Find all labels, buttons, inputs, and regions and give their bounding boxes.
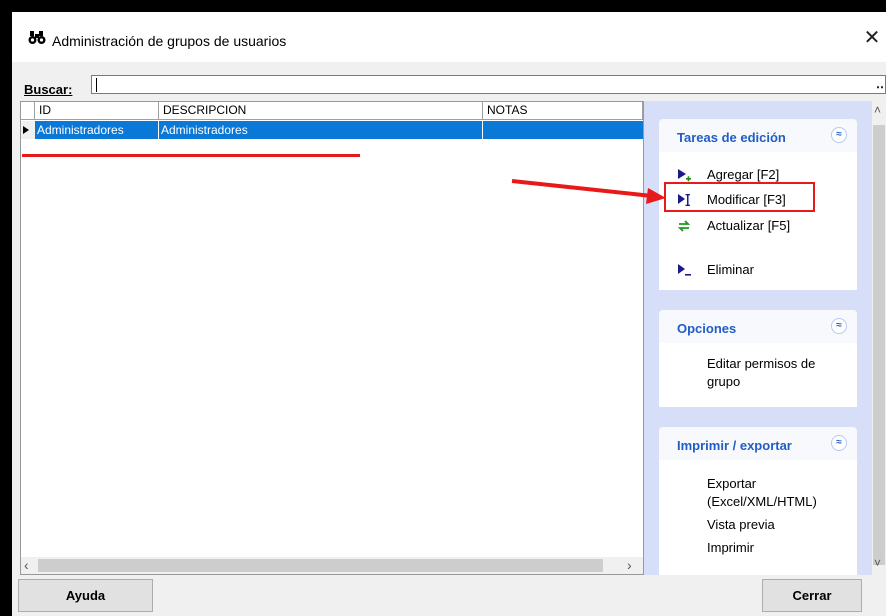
- vertical-scroll-thumb[interactable]: [873, 125, 885, 565]
- horizontal-scroll-thumb[interactable]: [38, 559, 603, 572]
- group-title-opciones: Opciones: [677, 321, 737, 336]
- dialog-window: Administración de grupos de usuarios ✕ B…: [12, 12, 886, 616]
- option-vista-previa[interactable]: Vista previa: [707, 516, 775, 534]
- collapse-icon[interactable]: ≈: [831, 127, 847, 143]
- search-more-button[interactable]: ‥: [876, 77, 884, 91]
- groups-grid: ID DESCRIPCION NOTAS Administradores Adm…: [20, 101, 644, 575]
- task-eliminar-label: Eliminar: [707, 262, 754, 277]
- window-title: Administración de grupos de usuarios: [52, 33, 287, 49]
- title-bar: Administración de grupos de usuarios ✕: [12, 12, 886, 62]
- refresh-icon: [677, 220, 691, 232]
- help-button-label: Ayuda: [65, 588, 106, 603]
- row-selector[interactable]: [21, 121, 35, 139]
- row-header-corner: [21, 102, 35, 120]
- option-editar-permisos[interactable]: Editar permisos de grupo: [707, 355, 845, 391]
- scroll-right-icon[interactable]: ›: [627, 557, 632, 574]
- group-title-imprimir: Imprimir / exportar: [677, 438, 792, 453]
- scroll-left-icon[interactable]: ‹: [24, 557, 29, 574]
- search-label-text: Buscar:: [24, 82, 73, 97]
- option-exportar[interactable]: Exportar (Excel/XML/HTML): [707, 475, 847, 511]
- search-label: Buscar:: [24, 82, 72, 97]
- close-button-label: Cerrar: [792, 588, 832, 603]
- search-input[interactable]: [91, 75, 886, 94]
- column-header-notas[interactable]: NOTAS: [483, 102, 643, 120]
- cell-notas[interactable]: [483, 121, 643, 139]
- table-row[interactable]: Administradores Administradores: [21, 121, 643, 139]
- task-agregar-label: Agregar [F2]: [707, 167, 780, 182]
- cell-id[interactable]: Administradores: [35, 121, 159, 139]
- group-header-opciones[interactable]: Opciones ≈: [659, 310, 857, 343]
- column-header-descripcion[interactable]: DESCRIPCION: [159, 102, 483, 120]
- cell-descripcion[interactable]: Administradores: [159, 121, 483, 139]
- annotation-highlight-box: [664, 182, 815, 212]
- close-button[interactable]: Cerrar: [762, 579, 862, 612]
- group-body-opciones: Editar permisos de grupo: [659, 343, 857, 407]
- text-caret: [96, 78, 97, 92]
- scroll-up-icon[interactable]: ˄: [874, 103, 881, 117]
- task-panel: Tareas de edición ≈ Agregar [F2] Modific…: [644, 101, 872, 575]
- button-bar: Ayuda Cerrar: [12, 575, 886, 616]
- column-header-id[interactable]: ID: [35, 102, 159, 120]
- scroll-down-icon[interactable]: ˅: [874, 556, 881, 570]
- delete-icon: [678, 264, 691, 276]
- help-button[interactable]: Ayuda: [18, 579, 153, 612]
- annotation-underline: [22, 154, 360, 157]
- annotation-arrow-icon: [511, 179, 666, 204]
- option-imprimir[interactable]: Imprimir: [707, 539, 754, 557]
- add-icon: [678, 169, 691, 182]
- horizontal-scrollbar[interactable]: ‹ ›: [21, 557, 643, 574]
- vertical-scrollbar[interactable]: ˄ ˅: [872, 101, 886, 575]
- group-body-tareas: Agregar [F2] Modificar [F3] Actualizar […: [659, 152, 857, 290]
- collapse-icon[interactable]: ≈: [831, 435, 847, 451]
- task-actualizar-label: Actualizar [F5]: [707, 218, 791, 233]
- collapse-icon[interactable]: ≈: [831, 318, 847, 334]
- search-bar: Buscar: ‥: [12, 63, 886, 101]
- current-row-icon: [23, 126, 29, 134]
- group-header-tareas[interactable]: Tareas de edición ≈: [659, 119, 857, 152]
- binoculars-icon: [28, 31, 46, 44]
- group-body-imprimir: Exportar (Excel/XML/HTML) Vista previa I…: [659, 460, 857, 575]
- group-title-tareas: Tareas de edición: [677, 130, 786, 145]
- group-header-imprimir[interactable]: Imprimir / exportar ≈: [659, 427, 857, 460]
- close-window-button[interactable]: ✕: [858, 24, 886, 52]
